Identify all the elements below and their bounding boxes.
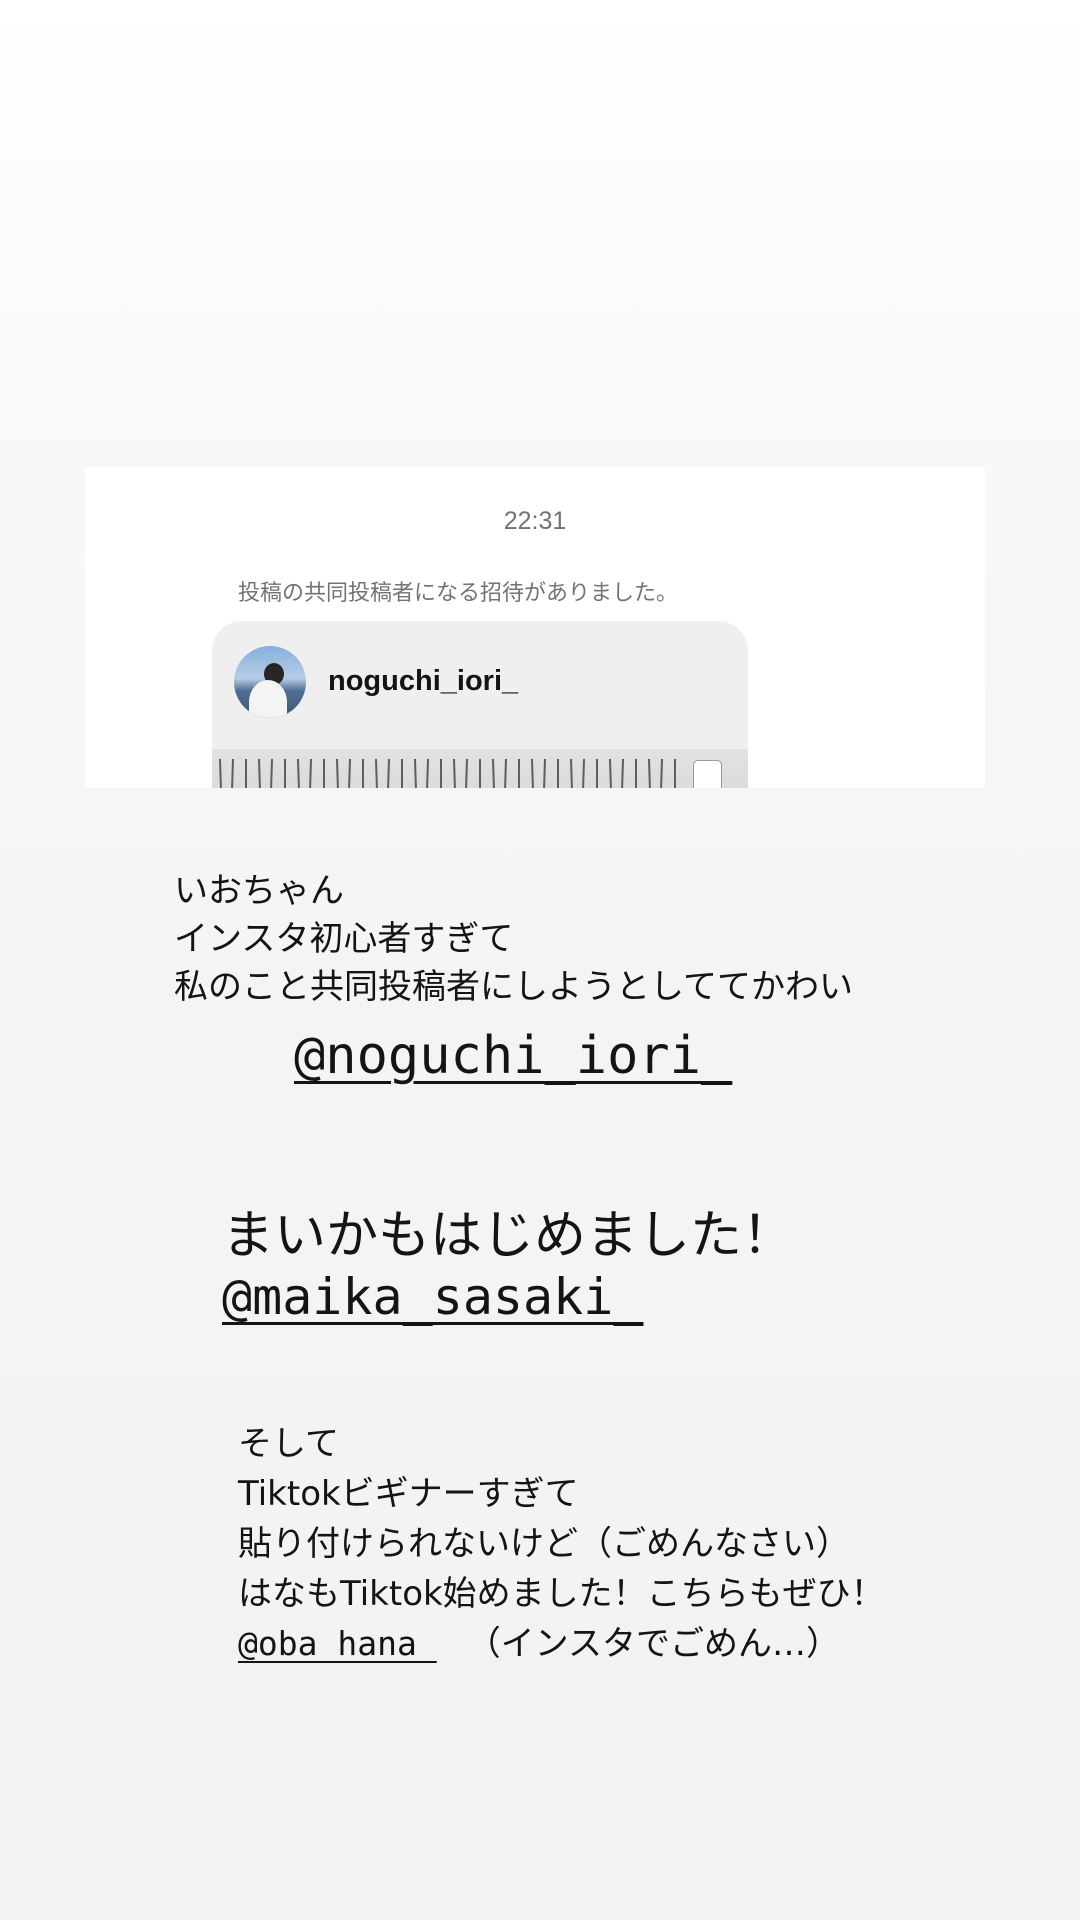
caption-line: いおちゃん [174,871,344,911]
pattern-line [492,758,495,788]
pattern-line [414,758,417,788]
pattern-line [453,758,456,788]
avatar [234,646,306,718]
pattern-line [660,758,663,788]
avatar-person-body [249,680,287,718]
shared-post-preview[interactable]: noguchi_iori_ [212,621,748,788]
pattern-line [336,758,339,788]
post-username[interactable]: noguchi_iori_ [328,665,518,698]
pattern-line [531,758,534,788]
caption-hana: そして Tiktokビギナーすぎて 貼り付けられないけど（ごめんなさい） はなも… [238,1419,885,1669]
pattern-line [582,758,585,788]
pattern-line [270,758,273,788]
caption-maika: まいかもはじめました！ [222,1206,795,1266]
pattern-line [621,758,624,788]
mention-sticker-maika[interactable]: @maika_sasaki_ [222,1268,643,1326]
pattern-line [504,758,507,788]
caption-line: そして [238,1424,339,1464]
post-image-pattern [219,758,676,788]
pattern-line [309,758,312,788]
apology-text: （インスタでごめん…） [466,1624,841,1664]
mention-sticker-hana[interactable]: @oba_hana_ [238,1624,437,1663]
pattern-line [297,758,300,788]
mention-sticker-noguchi[interactable]: @noguchi_iori_ [294,1026,732,1086]
pattern-line [543,758,546,788]
pattern-line [465,758,468,788]
pattern-line [426,758,429,788]
pattern-line [609,758,612,788]
collab-invite-notice: 投稿の共同投稿者になる招待がありました。 [238,581,679,606]
post-image-square [693,760,722,788]
pattern-line [348,758,351,788]
caption-line: インスタ初心者すぎて [174,919,514,959]
pattern-line [375,758,378,788]
message-timestamp: 22:31 [503,507,567,535]
dm-screenshot-card: 22:31 投稿の共同投稿者になる招待がありました。 noguchi_iori_ [85,467,985,788]
pattern-line [219,758,222,788]
caption-line: 貼り付けられないけど（ごめんなさい） [238,1524,850,1564]
pattern-line [231,758,234,788]
caption-line: 私のこと共同投稿者にしようとしててかわい [174,967,853,1007]
post-image-thumbnail [212,749,748,788]
pattern-line [258,758,261,788]
caption-line: はなもTiktok始めました！こちらもぜひ！ [238,1574,885,1614]
caption-line: Tiktokビギナーすぎて [238,1474,579,1514]
mention-line: @oba_hana_ （インスタでごめん…） [238,1619,885,1669]
caption-iori: いおちゃん インスタ初心者すぎて 私のこと共同投稿者にしようとしててかわい [174,867,853,1011]
pattern-line [570,758,573,788]
pattern-line [648,758,651,788]
pattern-line [387,758,390,788]
